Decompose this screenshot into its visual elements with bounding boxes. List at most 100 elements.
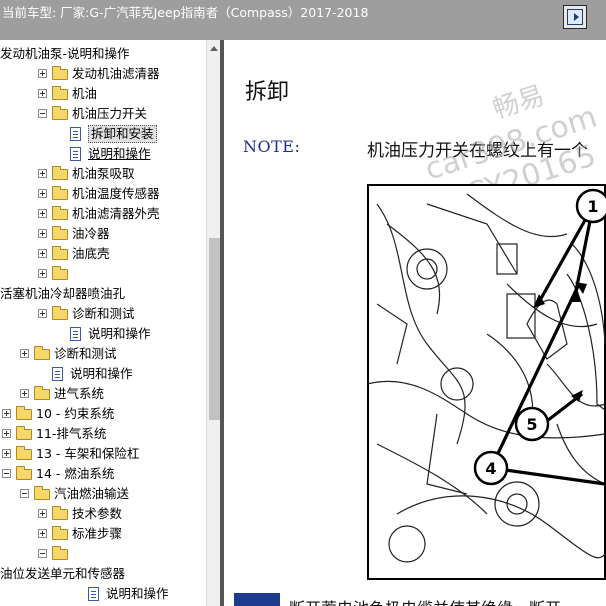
expand-plus-icon[interactable] [38, 69, 47, 78]
expand-plus-icon[interactable] [38, 309, 47, 318]
tree-item[interactable]: 机油泵吸取 [0, 164, 206, 184]
tree-item[interactable]: 进气系统 [0, 384, 206, 404]
tree-item[interactable]: 发动机油滤清器 [0, 64, 206, 84]
tree-item-label: 说明和操作 [88, 326, 151, 341]
expand-plus-icon[interactable] [38, 529, 47, 538]
expand-plus-icon[interactable] [38, 509, 47, 518]
collapse-minus-icon[interactable] [2, 469, 11, 478]
tree-item[interactable]: 标准步骤 [0, 524, 206, 544]
folder-icon [52, 246, 68, 260]
tree-item-label: 10 - 约束系统 [36, 406, 115, 421]
tree-item-label: 说明和操作 [70, 366, 133, 381]
tree-item[interactable]: 油底壳 [0, 244, 206, 264]
tree-item[interactable]: 诊断和测试 [0, 344, 206, 364]
exit-button[interactable] [563, 5, 587, 29]
callout-4: 4 [485, 459, 496, 478]
tree-item[interactable]: 技术参数 [0, 504, 206, 524]
expand-plus-icon[interactable] [38, 249, 47, 258]
folder-icon [52, 266, 68, 280]
folder-icon [52, 506, 68, 520]
expand-plus-icon[interactable] [38, 229, 47, 238]
expand-plus-icon[interactable] [38, 169, 47, 178]
folder-icon [34, 346, 50, 360]
content-pane: 拆卸 NOTE: 机油压力开关在螺纹上有一个 畅易 car398.com CY2… [224, 40, 606, 606]
folder-icon [34, 386, 50, 400]
tree-item-label: 进气系统 [54, 386, 105, 401]
exit-door-icon [567, 9, 583, 25]
folder-icon [52, 226, 68, 240]
tree-item[interactable]: 机油压力开关 [0, 104, 206, 124]
tree-item[interactable]: 机油 [0, 84, 206, 104]
callout-1: 1 [587, 197, 598, 216]
collapse-minus-icon[interactable] [20, 489, 29, 498]
expand-plus-icon[interactable] [38, 89, 47, 98]
expand-plus-icon[interactable] [2, 429, 11, 438]
tree-item[interactable]: 说明和操作 [0, 364, 206, 384]
tree-item[interactable]: 10 - 约束系统 [0, 404, 206, 424]
tree-scrollbar[interactable] [206, 40, 220, 606]
document-icon [70, 147, 81, 161]
tree-item[interactable]: 说明和操作 [0, 144, 206, 164]
tree-item-label: 机油温度传感器 [72, 186, 160, 201]
tree-item-label: 油位发送单元和传感器 [0, 566, 126, 581]
tree-item-label: 活塞机油冷却器喷油孔 [0, 286, 126, 301]
step-text: 断开蓄电池负极电缆并使其绝缘。断开 [289, 595, 561, 606]
oil-pressure-switch-diagram: 1 4 5 [367, 184, 606, 580]
folder-icon [52, 546, 68, 560]
folder-icon [52, 86, 68, 100]
folder-icon [52, 106, 68, 120]
expand-plus-icon[interactable] [20, 389, 29, 398]
collapse-minus-icon[interactable] [38, 549, 47, 558]
folder-icon [52, 186, 68, 200]
tree-item[interactable]: 说明和操作 [0, 584, 206, 604]
expand-plus-icon[interactable] [2, 409, 11, 418]
tree-item[interactable]: 机油滤清器外壳 [0, 204, 206, 224]
folder-icon [16, 446, 32, 460]
note-label: NOTE: [243, 137, 301, 156]
tree-item[interactable]: 机油温度传感器 [0, 184, 206, 204]
tree-item[interactable]: 油冷器 [0, 224, 206, 244]
tree-item[interactable]: 拆卸和安装 [0, 124, 206, 144]
folder-icon [16, 406, 32, 420]
expand-plus-icon[interactable] [2, 449, 11, 458]
folder-icon [16, 426, 32, 440]
tree-item-label: 诊断和测试 [54, 346, 117, 361]
scrollbar-thumb[interactable] [209, 238, 220, 420]
folder-icon [52, 206, 68, 220]
tree-item-label: 11-排气系统 [36, 426, 107, 441]
document-icon [52, 367, 63, 381]
tree-item-label: 说明和操作 [106, 586, 169, 601]
tree-item[interactable]: 说明和操作 [0, 324, 206, 344]
expand-plus-icon[interactable] [38, 269, 47, 278]
document-icon [70, 327, 81, 341]
tree-item[interactable]: 发动机油泵-说明和操作 [0, 44, 206, 64]
step-number-badge [234, 593, 280, 606]
title-bar: 当前车型: 厂家:G-广汽菲克Jeep指南者（Compass）2017-2018 [0, 0, 606, 40]
tree-item[interactable]: 汽油燃油输送 [0, 484, 206, 504]
tree-item-label: 14 - 燃油系统 [36, 466, 115, 481]
expand-plus-icon[interactable] [38, 189, 47, 198]
expand-plus-icon[interactable] [38, 209, 47, 218]
tree-item[interactable]: 活塞机油冷却器喷油孔 [0, 284, 206, 304]
tree-item-label: 拆卸和安装 [88, 125, 157, 143]
tree-item[interactable]: 油位发送单元和传感器 [0, 564, 206, 584]
window-title: 当前车型: 厂家:G-广汽菲克Jeep指南者（Compass）2017-2018 [2, 5, 369, 20]
tree-item[interactable] [0, 544, 206, 564]
tree-item[interactable]: 13 - 车架和保险杠 [0, 444, 206, 464]
folder-icon [52, 526, 68, 540]
scroll-up-arrow-icon[interactable] [208, 43, 220, 55]
folder-icon [16, 466, 32, 480]
tree-item-label: 油冷器 [72, 226, 110, 241]
expand-plus-icon[interactable] [20, 349, 29, 358]
section-heading: 拆卸 [245, 80, 290, 105]
tree-item[interactable]: 11-排气系统 [0, 424, 206, 444]
tree-item-label: 13 - 车架和保险杠 [36, 446, 140, 461]
tree-item[interactable]: 诊断和测试 [0, 304, 206, 324]
tree-item[interactable] [0, 264, 206, 284]
tree-item[interactable]: 14 - 燃油系统 [0, 464, 206, 484]
tree-item-label: 汽油燃油输送 [54, 486, 130, 501]
collapse-minus-icon[interactable] [38, 109, 47, 118]
navigation-tree[interactable]: 发动机油泵-说明和操作 发动机油滤清器 机油 机油压力开关 拆卸和安装 说明和操作 机油泵吸… [0, 40, 206, 606]
tree-item-label: 发动机油泵-说明和操作 [0, 46, 130, 61]
folder-icon [52, 306, 68, 320]
